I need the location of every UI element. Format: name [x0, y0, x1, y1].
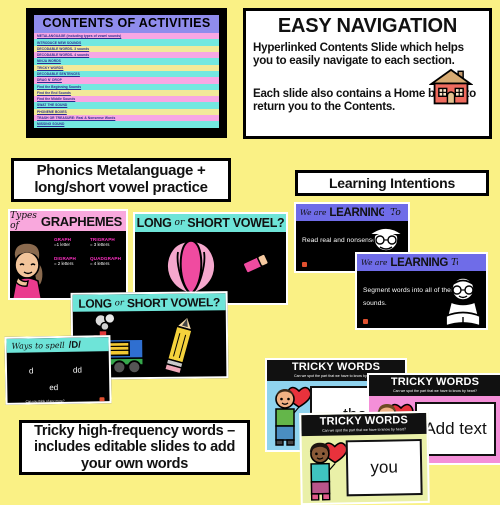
house-icon: [429, 67, 473, 107]
graphemes-title-script: Types of: [10, 211, 37, 231]
contents-title: CONTENTS OF ACTIVITIES: [34, 15, 219, 33]
spell-option: d: [29, 366, 34, 375]
types-of-graphemes-card: Types of GRAPHEMES GRAPH =1 letter TRIGR…: [8, 209, 128, 300]
learning-intention-header: We are LEARNING To: [296, 204, 408, 221]
graphemes-title-main: GRAPHEMES: [41, 214, 122, 229]
vowel-card-header: LONG or SHORT VOWEL?: [135, 214, 286, 232]
spell-card-body: d dd ed Can you think of any more?: [7, 351, 110, 405]
collage-canvas: CONTENTS OF ACTIVITIES METALANGUAGE (inc…: [0, 0, 500, 500]
tricky-words-header: TRICKY WORDS Can we spot the part that w…: [369, 375, 500, 396]
grapheme-definition: = 2 letters: [54, 261, 90, 266]
easy-navigation-title: EASY NAVIGATION: [253, 16, 482, 37]
grapheme-definitions: GRAPH =1 letter TRIGRAPH = 3 letters DIG…: [54, 237, 128, 275]
spell-title-phoneme: /D/: [69, 339, 81, 350]
grapheme-definition: = 4 letters: [90, 261, 126, 266]
contents-of-activities-slide: CONTENTS OF ACTIVITIES METALANGUAGE (inc…: [26, 8, 227, 138]
home-button-icon[interactable]: [363, 319, 368, 324]
spell-card-footer: Can you think of any more?: [26, 399, 65, 404]
tricky-words-title: TRICKY WORDS: [301, 415, 426, 428]
vowel-card-header: LONG or SHORT VOWEL?: [73, 293, 226, 312]
spell-option: dd: [73, 366, 82, 375]
li-header-script: We are: [300, 208, 326, 217]
eraser-icon: [241, 251, 271, 276]
child-with-heart-balloon-icon: [304, 439, 349, 502]
vowel-title-lead: LONG: [137, 216, 172, 230]
grapheme-item: QUADGRAPH = 4 letters: [90, 256, 126, 266]
banner-phonics-metalanguage: Phonics Metalanguage + long/short vowel …: [11, 158, 231, 202]
contents-list-item[interactable]: MISSING SOUND: [34, 121, 219, 127]
spell-option: ed: [49, 383, 58, 392]
vowel-title-main: SHORT VOWEL?: [187, 216, 284, 230]
easy-navigation-paragraph-1: Hyperlinked Contents Slide which helps y…: [253, 41, 482, 67]
arrow-right-icon: [458, 254, 468, 270]
tricky-words-subtitle: Can we spot the part that we have to kno…: [301, 427, 426, 434]
spell-title-script: Ways to spell: [11, 340, 64, 350]
learning-intention-header: We are LEARNING To: [357, 254, 486, 271]
grapheme-item: TRIGRAPH = 3 letters: [90, 237, 126, 247]
learning-intention-card-segment: We are LEARNING To Segment words into al…: [355, 252, 488, 330]
girl-thinking-icon: [10, 241, 52, 300]
tricky-words-body: you: [302, 434, 428, 502]
arrow-right-icon: [384, 204, 394, 220]
vowel-title-main: SHORT VOWEL?: [127, 295, 220, 310]
li-header-script: We are: [361, 258, 387, 267]
tricky-word-value: you: [370, 457, 398, 477]
graphemes-card-header: Types of GRAPHEMES: [10, 211, 126, 231]
banner-learning-intentions: Learning Intentions: [295, 170, 489, 196]
tricky-word-value: Add text: [424, 419, 486, 439]
ways-to-spell-card: Ways to spell /D/ d dd ed Can you think …: [4, 335, 111, 405]
grapheme-definition: = 3 letters: [90, 242, 126, 247]
vowel-title-script: or: [175, 218, 185, 228]
tricky-words-header: TRICKY WORDS Can we spot the part that w…: [301, 413, 426, 436]
grapheme-item: DIGRAPH = 2 letters: [54, 256, 90, 266]
li-header-main: LEARNING: [390, 257, 448, 269]
contents-list: METALANGUAGE (including types of vowel s…: [34, 33, 219, 127]
tricky-words-card-you: TRICKY WORDS Can we spot the part that w…: [299, 411, 430, 505]
li-header-main: LEARNING: [329, 207, 387, 219]
vowel-title-script: or: [115, 298, 124, 308]
banner-tricky-words: Tricky high-frequency words – includes e…: [19, 420, 250, 475]
shell-icon: [160, 238, 222, 296]
home-button-icon[interactable]: [99, 397, 104, 402]
student-reading-icon: [442, 276, 484, 328]
grapheme-item: GRAPH =1 letter: [54, 237, 90, 247]
easy-navigation-slide: EASY NAVIGATION Hyperlinked Contents Sli…: [243, 8, 492, 139]
tricky-words-title: TRICKY WORDS: [369, 377, 500, 388]
tricky-words-title: TRICKY WORDS: [267, 362, 405, 373]
tricky-word-box[interactable]: you: [346, 439, 423, 496]
home-button-icon[interactable]: [302, 262, 307, 267]
crayon-icon: [161, 312, 200, 376]
tricky-words-subtitle: Can we spot the part that we have to kno…: [369, 389, 500, 394]
grapheme-definition: =1 letter: [54, 242, 90, 247]
vowel-title-lead: LONG: [78, 296, 112, 310]
